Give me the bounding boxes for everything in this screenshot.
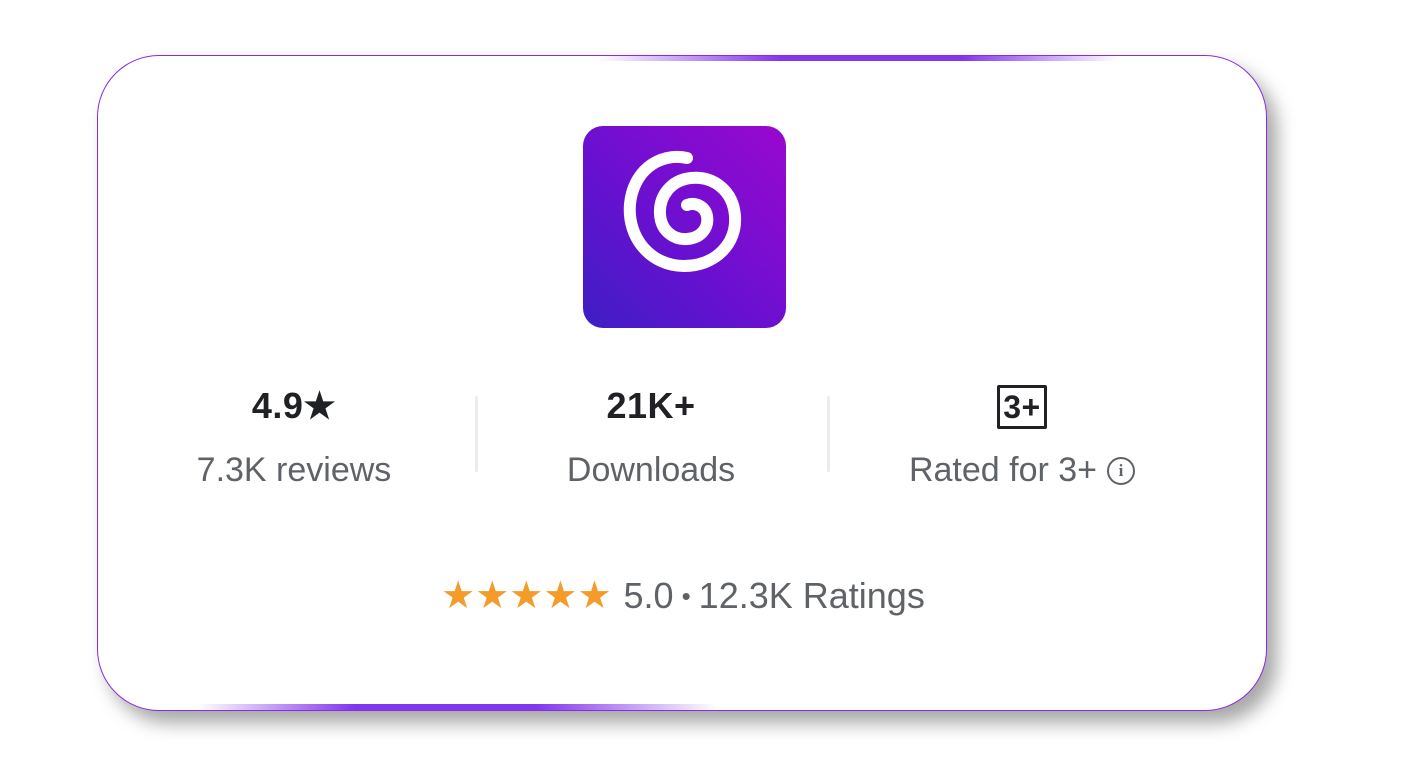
downloads-label: Downloads (566, 451, 736, 489)
ratings-summary: ★★★★★ 5.0 • 12.3K Ratings (98, 574, 1266, 618)
rating-stat: 4.9★ 7.3K reviews (144, 384, 444, 490)
reviews-count[interactable]: 7.3K reviews (144, 450, 444, 490)
rating-value: 4.9★ (144, 384, 444, 428)
stat-divider (475, 396, 478, 472)
ratings-score: 5.0 (623, 575, 674, 616)
app-info-card: 4.9★ 7.3K reviews 21K+ Downloads 3+ Rate… (97, 55, 1267, 711)
stage: 4.9★ 7.3K reviews 21K+ Downloads 3+ Rate… (0, 0, 1408, 779)
star-icon: ★ (303, 385, 337, 426)
age-rating-badge: 3+ (997, 385, 1047, 429)
ratings-count: 12.3K Ratings (698, 575, 925, 616)
rating-score: 4.9 (251, 385, 304, 426)
content-rating-label: Rated for 3+ i (872, 450, 1172, 490)
content-rating-value: 3+ (872, 384, 1172, 429)
five-stars-icon: ★★★★★ (441, 575, 612, 617)
spiral-app-icon[interactable] (583, 126, 786, 328)
separator-dot: • (681, 581, 691, 611)
downloads-value: 21K+ (606, 385, 696, 426)
spiral-icon (623, 150, 742, 273)
content-rating-stat: 3+ Rated for 3+ i (872, 384, 1172, 490)
content-rating-text: Rated for 3+ (908, 451, 1098, 489)
info-icon[interactable]: i (1107, 457, 1136, 485)
stat-divider (827, 396, 830, 472)
top-accent-glow (598, 56, 1118, 61)
downloads-stat: 21K+ Downloads (501, 384, 801, 490)
bottom-accent-glow (198, 704, 718, 710)
